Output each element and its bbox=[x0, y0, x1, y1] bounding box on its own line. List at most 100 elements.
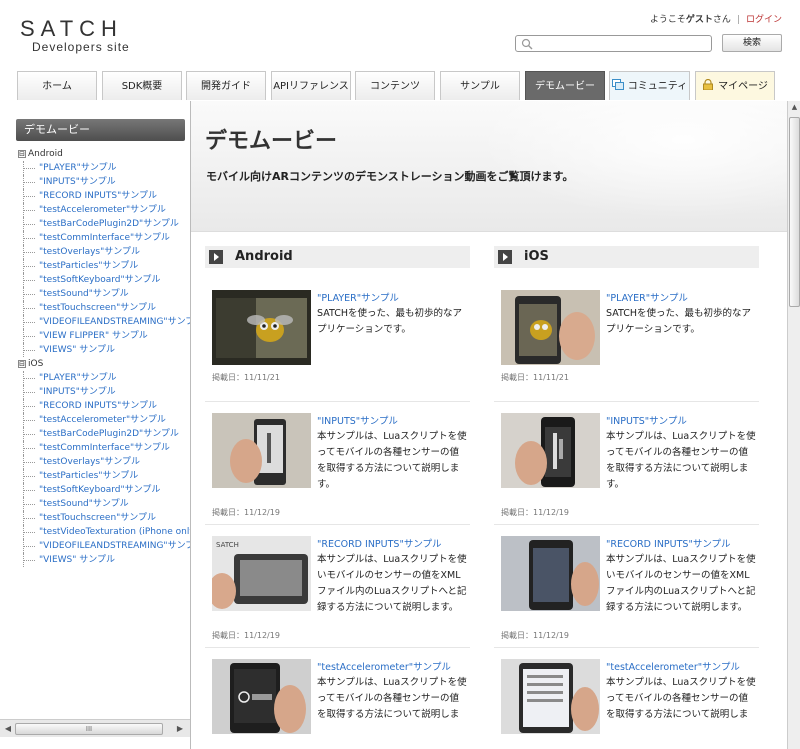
card-title[interactable]: "RECORD INPUTS"サンプル bbox=[317, 536, 442, 550]
section-heading-label: iOS bbox=[524, 249, 549, 264]
tree-group-header[interactable]: ⊟ iOS bbox=[18, 357, 190, 371]
sidebar-tree: ⊟ Android "PLAYER"サンプル "INPUTS"サンプル "RECO… bbox=[18, 147, 190, 567]
page-hero: デモムービー モバイル向けARコンテンツのデモンストレーション動画をご覧頂けます… bbox=[191, 101, 787, 232]
search-icon bbox=[521, 38, 533, 50]
card-title[interactable]: "testAccelerometer"サンプル bbox=[317, 659, 451, 673]
sidebar-item[interactable]: "VIDEOFILEANDSTREAMING"サンプル bbox=[18, 539, 190, 553]
sidebar-item[interactable]: "PLAYER"サンプル bbox=[18, 161, 190, 175]
login-link[interactable]: ログイン bbox=[746, 15, 782, 25]
collapse-icon[interactable]: ⊟ bbox=[18, 150, 26, 158]
card-title[interactable]: "PLAYER"サンプル bbox=[317, 290, 399, 304]
site-logo[interactable]: SATCH bbox=[20, 16, 123, 42]
video-card[interactable]: "PLAYER"サンプル SATCHを使った、最も初歩的なアプリケーションです。… bbox=[205, 284, 470, 402]
video-thumbnail[interactable] bbox=[212, 659, 311, 734]
sidebar-item[interactable]: "testSound"サンプル bbox=[18, 287, 190, 301]
video-card[interactable]: "INPUTS"サンプル 本サンプルは、Luaスクリプトを使ってモバイルの各種セ… bbox=[494, 407, 759, 525]
scroll-right-icon[interactable]: ▶ bbox=[174, 723, 186, 735]
guest-name: ゲスト bbox=[685, 15, 713, 25]
sidebar-item[interactable]: "testCommInterface"サンプル bbox=[18, 441, 190, 455]
tab-dev-guide[interactable]: 開発ガイド bbox=[186, 71, 266, 100]
card-description: 本サンプルは、Luaスクリプトを使いモバイルのセンサーの値をXMLファイル内のL… bbox=[606, 554, 756, 613]
sidebar-item[interactable]: "INPUTS"サンプル bbox=[18, 385, 190, 399]
video-thumbnail[interactable] bbox=[212, 413, 311, 488]
video-card[interactable]: SATCH "RECORD INPUTS"サンプル 本サンプルは、Luaスクリプ… bbox=[205, 530, 470, 648]
sidebar-item[interactable]: "RECORD INPUTS"サンプル bbox=[18, 189, 190, 203]
video-thumbnail[interactable]: SATCH bbox=[212, 536, 311, 611]
sidebar-item[interactable]: "VIEWS" サンプル bbox=[18, 553, 190, 567]
sidebar-item[interactable]: "testBarCodePlugin2D"サンプル bbox=[18, 427, 190, 441]
tab-mypage[interactable]: マイページ bbox=[695, 71, 775, 100]
search-input[interactable] bbox=[515, 35, 712, 52]
welcome-text: ようこそゲストさん | ログイン bbox=[650, 12, 782, 25]
tab-demo-movie[interactable]: デモムービー bbox=[525, 71, 605, 100]
tab-api-reference[interactable]: APIリファレンス bbox=[271, 71, 351, 100]
ios-column: iOS "PLAYER"サンプル SATCHを使った、最も初歩的なアプリケーショ… bbox=[494, 246, 759, 749]
sidebar-item[interactable]: "VIDEOFILEANDSTREAMING"サンプル bbox=[18, 315, 190, 329]
video-thumbnail[interactable] bbox=[501, 413, 600, 488]
tree-group-ios: ⊟ iOS "PLAYER"サンプル "INPUTS"サンプル "RECORD I… bbox=[18, 357, 190, 567]
tree-group-header[interactable]: ⊟ Android bbox=[18, 147, 190, 161]
sidebar-item[interactable]: "testOverlays"サンプル bbox=[18, 245, 190, 259]
video-card[interactable]: "RECORD INPUTS"サンプル 本サンプルは、Luaスクリプトを使いモバ… bbox=[494, 530, 759, 648]
page-vertical-scrollbar[interactable]: ▲ bbox=[787, 101, 800, 749]
card-title[interactable]: "PLAYER"サンプル bbox=[606, 290, 688, 304]
video-card[interactable]: "testAccelerometer"サンプル 本サンプルは、Luaスクリプトを… bbox=[205, 653, 470, 749]
site-logo-subtitle: Developers site bbox=[32, 40, 130, 54]
scroll-thumb[interactable]: III bbox=[15, 723, 163, 735]
svg-text:SATCH: SATCH bbox=[216, 541, 239, 549]
scroll-thumb[interactable] bbox=[789, 117, 800, 307]
video-thumbnail[interactable] bbox=[501, 290, 600, 365]
card-title[interactable]: "INPUTS"サンプル bbox=[317, 413, 398, 427]
sidebar-item[interactable]: "testSound"サンプル bbox=[18, 497, 190, 511]
card-date: 掲載日：11/12/19 bbox=[501, 631, 569, 640]
card-title[interactable]: "INPUTS"サンプル bbox=[606, 413, 687, 427]
card-description: 本サンプルは、Luaスクリプトを使ってモバイルの各種センサーの値を取得する方法に… bbox=[317, 677, 467, 720]
arrow-right-icon bbox=[209, 250, 223, 264]
scroll-left-icon[interactable]: ◀ bbox=[2, 723, 14, 735]
search-button[interactable]: 検索 bbox=[722, 34, 782, 52]
video-thumbnail[interactable] bbox=[501, 536, 600, 611]
video-thumbnail[interactable] bbox=[212, 290, 311, 365]
sidebar-item[interactable]: "testTouchscreen"サンプル bbox=[18, 301, 190, 315]
arrow-right-icon bbox=[498, 250, 512, 264]
tab-community[interactable]: コミュニティ bbox=[609, 71, 690, 100]
sidebar-item[interactable]: "INPUTS"サンプル bbox=[18, 175, 190, 189]
tab-contents[interactable]: コンテンツ bbox=[355, 71, 435, 100]
sidebar-item[interactable]: "testTouchscreen"サンプル bbox=[18, 511, 190, 525]
section-heading: Android bbox=[205, 246, 470, 268]
video-card[interactable]: "PLAYER"サンプル SATCHを使った、最も初歩的なアプリケーションです。… bbox=[494, 284, 759, 402]
main-content: デモムービー モバイル向けARコンテンツのデモンストレーション動画をご覧頂けます… bbox=[191, 101, 787, 749]
tab-samples[interactable]: サンプル bbox=[440, 71, 520, 100]
card-description: 本サンプルは、Luaスクリプトを使ってモバイルの各種センサーの値を取得する方法に… bbox=[606, 431, 756, 490]
card-description: SATCHを使った、最も初歩的なアプリケーションです。 bbox=[606, 308, 751, 335]
sidebar-item[interactable]: "testOverlays"サンプル bbox=[18, 455, 190, 469]
card-title[interactable]: "RECORD INPUTS"サンプル bbox=[606, 536, 731, 550]
sidebar-horizontal-scrollbar[interactable]: ◀ III ▶ bbox=[0, 719, 190, 737]
sidebar-item[interactable]: "testVideoTexturation (iPhone only)"サンプル bbox=[18, 525, 190, 539]
sidebar-item[interactable]: "testAccelerometer"サンプル bbox=[18, 413, 190, 427]
sidebar-item[interactable]: "RECORD INPUTS"サンプル bbox=[18, 399, 190, 413]
card-title[interactable]: "testAccelerometer"サンプル bbox=[606, 659, 740, 673]
sidebar-item[interactable]: "testSoftKeyboard"サンプル bbox=[18, 273, 190, 287]
tab-home[interactable]: ホーム bbox=[17, 71, 97, 100]
welcome-prefix: ようこそ bbox=[649, 15, 686, 25]
separator: | bbox=[736, 15, 740, 25]
sidebar-item[interactable]: "testBarCodePlugin2D"サンプル bbox=[18, 217, 190, 231]
sidebar-item[interactable]: "testCommInterface"サンプル bbox=[18, 231, 190, 245]
sidebar-item[interactable]: "VIEW FLIPPER" サンプル bbox=[18, 329, 190, 343]
card-date: 掲載日：11/12/19 bbox=[501, 508, 569, 517]
video-card[interactable]: "testAccelerometer"サンプル 本サンプルは、Luaスクリプトを… bbox=[494, 653, 759, 749]
collapse-icon[interactable]: ⊟ bbox=[18, 360, 26, 368]
sidebar-item[interactable]: "VIEWS" サンプル bbox=[18, 343, 190, 357]
sidebar-item[interactable]: "testParticles"サンプル bbox=[18, 469, 190, 483]
sidebar-item[interactable]: "PLAYER"サンプル bbox=[18, 371, 190, 385]
scroll-up-icon[interactable]: ▲ bbox=[790, 103, 799, 113]
page-description: モバイル向けARコンテンツのデモンストレーション動画をご覧頂けます。 bbox=[206, 170, 574, 183]
video-thumbnail[interactable] bbox=[501, 659, 600, 734]
card-description: 本サンプルは、Luaスクリプトを使ってモバイルの各種センサーの値を取得する方法に… bbox=[606, 677, 756, 720]
sidebar-item[interactable]: "testSoftKeyboard"サンプル bbox=[18, 483, 190, 497]
sidebar-item[interactable]: "testParticles"サンプル bbox=[18, 259, 190, 273]
sidebar-item[interactable]: "testAccelerometer"サンプル bbox=[18, 203, 190, 217]
video-card[interactable]: "INPUTS"サンプル 本サンプルは、Luaスクリプトを使ってモバイルの各種セ… bbox=[205, 407, 470, 525]
tab-sdk-overview[interactable]: SDK概要 bbox=[102, 71, 182, 100]
